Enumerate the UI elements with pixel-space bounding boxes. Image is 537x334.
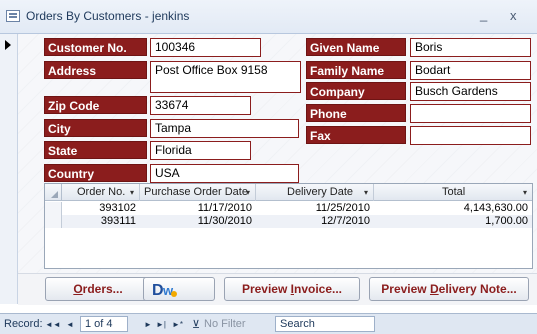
minimize-button[interactable]: _ <box>480 7 487 22</box>
search-placeholder: Search <box>280 318 315 330</box>
column-header-label: Order No. <box>77 186 126 198</box>
column-header-po-date[interactable]: Purchase Order Date ▾ <box>140 184 256 201</box>
orders-button-label: rders... <box>82 282 123 296</box>
state-label: State <box>44 141 147 159</box>
preview-delivery-label: elivery Note... <box>438 282 517 296</box>
total-cell: 1,700.00 <box>485 215 528 227</box>
first-record-button[interactable]: ◄◄ <box>45 320 61 329</box>
window-title: Orders By Customers - jenkins <box>26 9 190 23</box>
family-name-field[interactable]: Bodart <box>410 61 531 80</box>
address-field[interactable]: Post Office Box 9158 <box>150 61 301 93</box>
company-label: Company <box>306 82 406 100</box>
preview-delivery-note-button[interactable]: Preview Delivery Note... <box>369 277 529 301</box>
record-label: Record: <box>4 318 43 330</box>
select-all-corner[interactable] <box>45 184 62 201</box>
phone-label: Phone <box>306 104 406 122</box>
preview-invoice-label: nvoice... <box>294 282 343 296</box>
table-row[interactable]: 393102 11/17/2010 11/25/2010 4,143,630.0… <box>45 202 532 215</box>
total-cell: 4,143,630.00 <box>463 202 528 214</box>
zip-code-label: Zip Code <box>44 96 147 114</box>
new-record-button[interactable]: ►* <box>172 320 183 329</box>
form-icon <box>6 10 20 22</box>
fax-label: Fax <box>306 126 406 144</box>
dw-logo-icon: D w <box>152 282 177 299</box>
country-field[interactable]: USA <box>150 164 299 183</box>
record-navigation-bar: Record: ◄◄ ◄ 1 of 4 ► ►| ►* ⊻ No Filter … <box>0 313 537 334</box>
column-header-label: Purchase Order Date <box>144 186 248 198</box>
preview-delivery-accesskey: D <box>429 282 439 296</box>
filter-icon: ⊻ <box>192 319 201 331</box>
fax-field[interactable] <box>410 126 531 145</box>
window-titlebar: Orders By Customers - jenkins _ x <box>0 0 537 34</box>
table-row[interactable]: 393111 11/30/2010 12/7/2010 1,700.00 <box>45 215 532 228</box>
button-bar: Orders... D w Preview Invoice... Preview… <box>18 273 537 305</box>
preview-delivery-label-pre: Preview <box>381 282 430 296</box>
close-button[interactable]: x <box>510 8 517 23</box>
column-header-label: Delivery Date <box>287 186 354 198</box>
company-field[interactable]: Busch Gardens <box>410 82 531 101</box>
record-position-field[interactable]: 1 of 4 <box>80 316 128 332</box>
city-field[interactable]: Tampa <box>150 119 299 138</box>
column-header-total[interactable]: Total ▾ <box>374 184 532 201</box>
customer-no-label: Customer No. <box>44 38 147 56</box>
orders-subform: Order No. ▾ Purchase Order Date ▾ Delive… <box>44 183 533 269</box>
current-record-arrow-icon <box>5 40 11 50</box>
zip-code-field[interactable]: 33674 <box>150 96 251 115</box>
column-dropdown-icon[interactable]: ▾ <box>130 184 134 201</box>
order-no-cell: 393102 <box>99 202 136 214</box>
dw-logo-button[interactable]: D w <box>143 277 215 301</box>
given-name-label: Given Name <box>306 38 406 56</box>
po-date-cell: 11/30/2010 <box>197 215 252 227</box>
orders-header-row: Order No. ▾ Purchase Order Date ▾ Delive… <box>45 184 532 201</box>
search-field[interactable]: Search <box>275 316 375 332</box>
state-field[interactable]: Florida <box>150 141 251 160</box>
row-selector[interactable] <box>45 202 62 215</box>
preview-invoice-label-pre: Preview <box>241 282 291 296</box>
svg-text:D: D <box>152 282 164 299</box>
record-selector[interactable] <box>0 34 18 304</box>
column-header-delivery-date[interactable]: Delivery Date ▾ <box>256 184 374 201</box>
address-label: Address <box>44 61 147 79</box>
delivery-date-cell: 12/7/2010 <box>321 215 370 227</box>
preview-invoice-button[interactable]: Preview Invoice... <box>224 277 360 301</box>
column-header-label: Total <box>442 186 466 198</box>
column-dropdown-icon[interactable]: ▾ <box>364 184 368 201</box>
column-header-order-no[interactable]: Order No. ▾ <box>63 184 140 201</box>
given-name-field[interactable]: Boris <box>410 38 531 57</box>
orders-button-accesskey: O <box>73 282 83 296</box>
customer-no-field[interactable]: 100346 <box>150 38 261 57</box>
order-no-cell: 393111 <box>100 215 136 227</box>
delivery-date-cell: 11/25/2010 <box>315 202 370 214</box>
previous-record-button[interactable]: ◄ <box>66 320 74 329</box>
row-selector[interactable] <box>45 215 62 228</box>
phone-field[interactable] <box>410 104 531 123</box>
column-dropdown-icon[interactable]: ▾ <box>246 184 250 201</box>
country-label: Country <box>44 164 147 182</box>
next-record-button[interactable]: ► <box>144 320 152 329</box>
city-label: City <box>44 119 147 137</box>
orders-button[interactable]: Orders... <box>45 277 151 301</box>
no-filter-button[interactable]: No Filter <box>204 318 246 330</box>
last-record-button[interactable]: ►| <box>156 320 166 329</box>
family-name-label: Family Name <box>306 61 406 79</box>
column-dropdown-icon[interactable]: ▾ <box>523 184 527 201</box>
po-date-cell: 11/17/2010 <box>197 202 252 214</box>
record-position-text: 1 of 4 <box>85 318 113 330</box>
